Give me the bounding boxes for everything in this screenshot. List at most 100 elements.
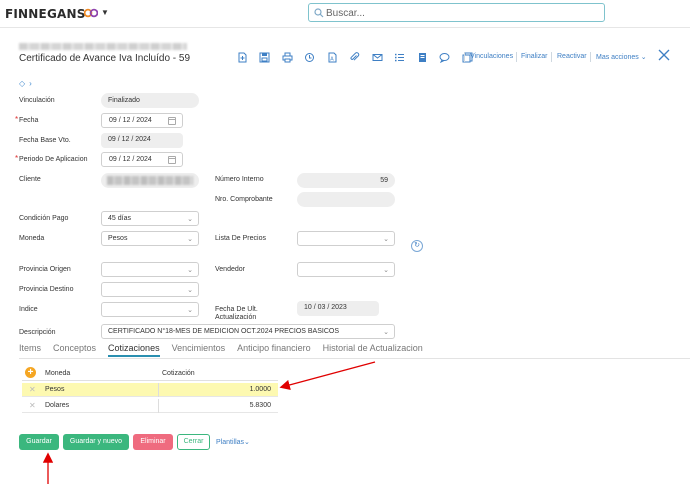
- pdf-icon[interactable]: A: [326, 51, 338, 63]
- chevron-down-icon: ⌄: [640, 54, 647, 61]
- lista-precios-label: Lista De Precios: [215, 235, 266, 242]
- tab-conceptos[interactable]: Conceptos: [53, 343, 96, 357]
- lista-precios-select[interactable]: ⌄: [297, 231, 395, 246]
- tab-items[interactable]: Items: [19, 343, 41, 357]
- fecha-ult-act-label-line1: Fecha De Ult.: [215, 306, 258, 313]
- indice-label: Indice: [19, 306, 38, 313]
- fecha-ult-act-field: 10 / 03 / 2023: [297, 301, 379, 316]
- reactivar-link[interactable]: Reactivar: [557, 53, 587, 60]
- plantillas-label: Plantillas: [216, 439, 245, 446]
- moneda-select[interactable]: Pesos ⌄: [101, 231, 199, 246]
- provincia-destino-label: Provincia Destino: [19, 286, 74, 293]
- finalizar-link[interactable]: Finalizar: [521, 53, 547, 60]
- search-input[interactable]: [326, 6, 596, 20]
- chevron-down-icon: ⌄: [383, 267, 389, 274]
- moneda-value: Pesos: [108, 235, 128, 242]
- tabs-divider: [19, 358, 690, 359]
- condicion-pago-select[interactable]: 45 días ⌄: [101, 211, 199, 226]
- fecha-ult-act-label: Fecha De Ult. Actualización: [215, 306, 258, 322]
- cliente-value-redacted: [107, 176, 193, 185]
- cerrar-button[interactable]: Cerrar: [177, 434, 210, 450]
- tag-row: ◇ ›: [19, 79, 36, 88]
- tag-icon[interactable]: ◇: [19, 79, 25, 88]
- fecha-base-vto-field: 09 / 12 / 2024: [101, 133, 183, 148]
- provincia-origen-select[interactable]: ⌄: [101, 262, 199, 277]
- vinculacion-label: Vinculación: [19, 97, 55, 104]
- column-header-cotizacion: Cotización: [162, 370, 195, 377]
- provincia-destino-select[interactable]: ⌄: [101, 282, 199, 297]
- chevron-down-icon: ⌄: [187, 216, 193, 223]
- calendar-icon[interactable]: [168, 156, 176, 164]
- fecha-ult-act-label-line2: Actualización: [215, 314, 257, 321]
- numero-interno-label: Número Interno: [215, 176, 264, 183]
- attach-icon[interactable]: [349, 51, 361, 63]
- brand-logo[interactable]: FINNEGANS: [5, 7, 86, 21]
- descripcion-label: Descripción: [19, 329, 56, 336]
- condicion-pago-label: Condición Pago: [19, 215, 69, 222]
- numero-interno-field: 59: [297, 173, 395, 188]
- chevron-right-icon[interactable]: ›: [29, 79, 32, 88]
- search-box[interactable]: [308, 3, 605, 22]
- email-icon[interactable]: [371, 51, 383, 63]
- delete-row-icon[interactable]: ✕: [29, 385, 36, 394]
- toolbar: A: [236, 50, 484, 64]
- history-icon[interactable]: [304, 51, 316, 63]
- moneda-label: Moneda: [19, 235, 45, 242]
- chevron-down-icon: ⌄: [187, 287, 193, 294]
- toolbar-separator: [516, 52, 517, 62]
- new-doc-icon[interactable]: [236, 51, 248, 63]
- tab-cotizaciones[interactable]: Cotizaciones: [108, 343, 160, 357]
- plantillas-dropdown[interactable]: Plantillas⌄: [216, 438, 250, 446]
- nro-comprobante-label: Nro. Comprobante: [215, 196, 273, 203]
- save-icon[interactable]: [259, 51, 271, 63]
- toolbar-separator: [590, 52, 591, 62]
- svg-text:A: A: [330, 56, 334, 62]
- calendar-icon[interactable]: [168, 117, 176, 125]
- brand-menu-chevron-icon[interactable]: ▼: [101, 8, 109, 17]
- vendedor-label: Vendedor: [215, 266, 245, 273]
- periodo-input[interactable]: 09 / 12 / 2024: [101, 152, 183, 167]
- chevron-down-icon: ⌄: [187, 267, 193, 274]
- guardar-button[interactable]: Guardar: [19, 434, 59, 450]
- row-moneda: Pesos: [45, 386, 65, 393]
- eliminar-button[interactable]: Eliminar: [133, 434, 173, 450]
- cell-divider: [158, 383, 159, 397]
- detail-tabs: Items Conceptos Cotizaciones Vencimiento…: [19, 343, 435, 357]
- guardar-y-nuevo-button[interactable]: Guardar y nuevo: [63, 434, 129, 450]
- periodo-label: Periodo De Aplicacion: [15, 154, 87, 163]
- mas-acciones-label: Mas acciones: [596, 54, 639, 61]
- fecha-value: 09 / 12 / 2024: [109, 117, 152, 124]
- close-icon[interactable]: [658, 49, 670, 61]
- table-row[interactable]: ✕ Pesos 1.0000: [22, 383, 278, 397]
- notes-icon[interactable]: [416, 51, 428, 63]
- periodo-value: 09 / 12 / 2024: [109, 156, 152, 163]
- vinculaciones-link[interactable]: Vinculaciones: [470, 53, 513, 60]
- print-icon[interactable]: [281, 51, 293, 63]
- cliente-field[interactable]: [101, 173, 199, 188]
- list-icon[interactable]: [394, 51, 406, 63]
- row-cotizacion[interactable]: 1.0000: [250, 386, 271, 393]
- nro-comprobante-field: [297, 192, 395, 207]
- row-cotizacion[interactable]: 5.8300: [250, 402, 271, 409]
- toolbar-separator: [464, 52, 465, 62]
- fecha-input[interactable]: 09 / 12 / 2024: [101, 113, 183, 128]
- refresh-icon[interactable]: ↻: [411, 240, 423, 252]
- comment-icon[interactable]: [439, 51, 451, 63]
- delete-row-icon[interactable]: ✕: [29, 401, 36, 410]
- annotation-arrow-to-pesos: [279, 361, 376, 390]
- table-row[interactable]: ✕ Dolares 5.8300: [22, 399, 278, 413]
- top-bar: FINNEGANS ▼: [0, 0, 690, 28]
- cell-divider: [158, 399, 159, 413]
- row-moneda: Dolares: [45, 402, 70, 409]
- vinculacion-status: Finalizado: [101, 93, 199, 108]
- add-row-icon[interactable]: +: [25, 367, 36, 378]
- tab-anticipo-financiero[interactable]: Anticipo financiero: [237, 343, 311, 357]
- mas-acciones-link[interactable]: Mas acciones ⌄: [596, 53, 647, 61]
- vendedor-select[interactable]: ⌄: [297, 262, 395, 277]
- tab-historial-actualizacion[interactable]: Historial de Actualizacion: [323, 343, 423, 357]
- tab-vencimientos[interactable]: Vencimientos: [172, 343, 226, 357]
- indice-select[interactable]: ⌄: [101, 302, 199, 317]
- fecha-base-vto-label: Fecha Base Vto.: [19, 137, 71, 144]
- descripcion-select[interactable]: CERTIFICADO N°18-MES DE MEDICION OCT.202…: [101, 324, 395, 339]
- chevron-down-icon: ⌄: [187, 307, 193, 314]
